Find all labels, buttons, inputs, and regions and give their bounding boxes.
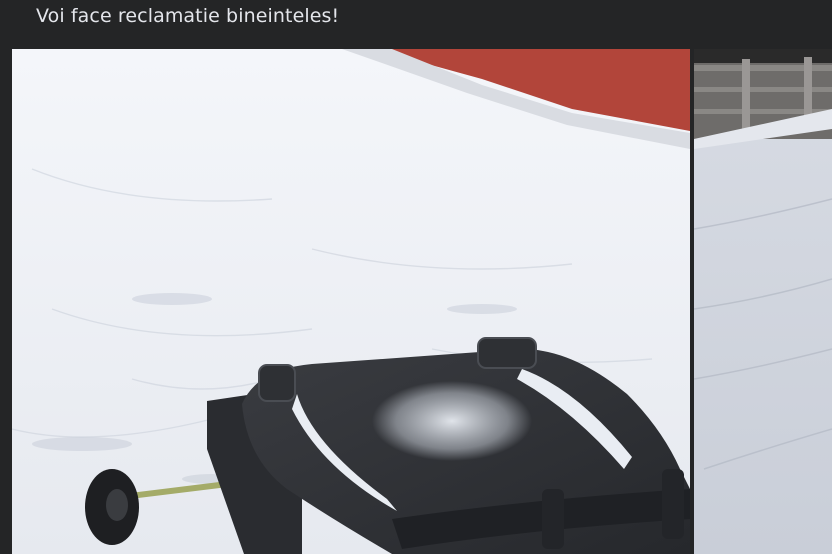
- post-photo-main[interactable]: [12, 49, 690, 554]
- post-card: Voi face reclamatie bineinteles!: [0, 0, 832, 554]
- snow-trash-bin-image: [12, 49, 690, 554]
- post-photo-secondary[interactable]: [694, 49, 832, 554]
- post-text: Voi face reclamatie bineinteles!: [36, 5, 340, 27]
- snow-fence-image: [694, 49, 832, 554]
